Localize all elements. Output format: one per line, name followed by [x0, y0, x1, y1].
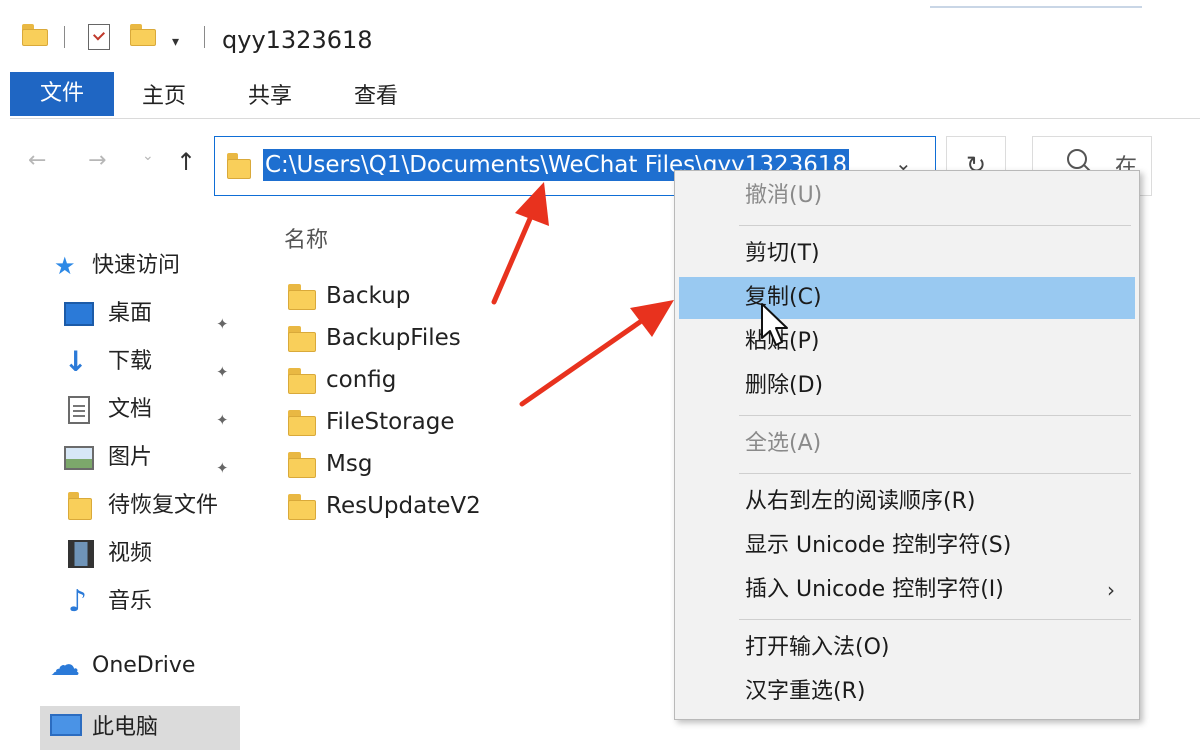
menu-item-label: 粘贴(P) — [745, 329, 820, 354]
folder-icon — [288, 410, 316, 436]
music-icon: ♪ — [68, 584, 88, 619]
menu-item-label: 从右到左的阅读顺序(R) — [745, 489, 976, 514]
menu-item-label: 插入 Unicode 控制字符(I) — [745, 577, 1004, 602]
back-arrow-icon[interactable]: ← — [28, 148, 46, 173]
sidebar-item-label: 桌面 — [108, 301, 153, 326]
menu-item-label: 删除(D) — [745, 373, 824, 398]
divider — [930, 6, 1142, 8]
computer-icon — [50, 714, 82, 736]
recent-locations-chevron-icon[interactable]: ⌄ — [142, 148, 154, 164]
chevron-right-icon: › — [1107, 578, 1115, 602]
sidebar-item-recovery[interactable]: 待恢复文件 — [50, 486, 240, 526]
sidebar-item-label: 音乐 — [108, 589, 153, 614]
menu-separator — [739, 225, 1131, 226]
file-name: Msg — [326, 451, 373, 477]
sidebar-item-label: 视频 — [108, 541, 153, 566]
pin-icon[interactable]: ✦ — [216, 352, 229, 392]
cloud-icon: ☁ — [50, 648, 80, 683]
sidebar-item-label: 图片 — [108, 445, 153, 470]
sidebar-item-documents[interactable]: 文档 ✦ — [50, 390, 240, 430]
star-icon: ★ — [54, 252, 76, 280]
title-bar: ▾ qyy1323618 — [0, 0, 1200, 72]
sidebar-item-label: 此电脑 — [92, 715, 159, 740]
sidebar-item-pictures[interactable]: 图片 ✦ — [50, 438, 240, 478]
divider — [204, 26, 205, 48]
file-name: Backup — [326, 283, 411, 309]
video-icon — [68, 540, 94, 568]
sidebar-item-downloads[interactable]: ↓ 下载 ✦ — [50, 342, 240, 382]
sidebar-item-this-pc[interactable]: 此电脑 — [40, 706, 240, 750]
menu-item-label: 显示 Unicode 控制字符(S) — [745, 533, 1012, 558]
tab-file[interactable]: 文件 — [10, 72, 114, 116]
menu-item-rtl-reading[interactable]: 从右到左的阅读顺序(R) — [679, 481, 1135, 523]
menu-item-label: 撤消(U) — [745, 183, 823, 208]
sidebar-item-label: 下载 — [108, 349, 153, 374]
tab-home[interactable]: 主页 — [120, 78, 208, 116]
folder-icon — [288, 326, 316, 352]
sidebar-item-label: 文档 — [108, 397, 153, 422]
menu-item-label: 全选(A) — [745, 431, 822, 456]
menu-item-paste[interactable]: 粘贴(P) — [679, 321, 1135, 363]
sidebar-item-label: 待恢复文件 — [108, 493, 219, 518]
document-icon — [68, 396, 90, 424]
file-name: FileStorage — [326, 409, 455, 435]
pictures-icon — [64, 446, 94, 470]
menu-item-insert-unicode[interactable]: 插入 Unicode 控制字符(I) › — [679, 569, 1135, 611]
up-arrow-icon[interactable]: ↑ — [176, 148, 196, 176]
menu-item-delete[interactable]: 删除(D) — [679, 365, 1135, 407]
menu-item-open-ime[interactable]: 打开输入法(O) — [679, 627, 1135, 669]
properties-icon[interactable] — [88, 24, 110, 50]
menu-item-label: 复制(C) — [745, 285, 822, 310]
file-name: ResUpdateV2 — [326, 493, 481, 519]
menu-item-select-all[interactable]: 全选(A) — [679, 423, 1135, 465]
search-icon — [1067, 149, 1087, 169]
tab-share[interactable]: 共享 — [226, 78, 314, 116]
ribbon-tabs: 文件 主页 共享 查看 — [0, 68, 1200, 120]
file-name: BackupFiles — [326, 325, 461, 351]
folder-icon — [288, 494, 316, 520]
annotation-arrow — [491, 182, 549, 305]
context-menu: 撤消(U) 剪切(T) 复制(C) 粘贴(P) 删除(D) 全选(A) 从右到左… — [674, 170, 1140, 720]
sidebar-item-label: 快速访问 — [92, 253, 181, 278]
menu-item-label: 打开输入法(O) — [745, 635, 890, 660]
window-title: qyy1323618 — [222, 26, 373, 54]
folder-icon — [288, 452, 316, 478]
sidebar-item-label: OneDrive — [92, 653, 196, 678]
annotation-arrow — [519, 300, 674, 407]
folder-icon[interactable] — [22, 24, 48, 46]
pin-icon[interactable]: ✦ — [216, 400, 229, 440]
folder-icon — [227, 153, 251, 179]
new-folder-icon[interactable] — [130, 24, 156, 46]
folder-icon — [68, 492, 92, 520]
menu-item-show-unicode[interactable]: 显示 Unicode 控制字符(S) — [679, 525, 1135, 567]
file-name: config — [326, 367, 397, 393]
divider — [64, 26, 65, 48]
download-icon: ↓ — [64, 345, 88, 378]
folder-icon — [288, 284, 316, 310]
forward-arrow-icon[interactable]: → — [88, 148, 106, 173]
menu-separator — [739, 415, 1131, 416]
menu-item-reconversion[interactable]: 汉字重选(R) — [679, 671, 1135, 713]
quick-access-dropdown-icon[interactable]: ▾ — [172, 34, 179, 50]
menu-separator — [739, 473, 1131, 474]
pin-icon[interactable]: ✦ — [216, 304, 229, 344]
sidebar-item-desktop[interactable]: 桌面 ✦ — [50, 294, 240, 334]
desktop-icon — [64, 302, 94, 326]
menu-item-cut[interactable]: 剪切(T) — [679, 233, 1135, 275]
menu-item-undo[interactable]: 撤消(U) — [679, 175, 1135, 217]
divider — [10, 118, 1200, 119]
tab-view[interactable]: 查看 — [332, 78, 420, 116]
menu-item-label: 汉字重选(R) — [745, 679, 866, 704]
column-header-name[interactable]: 名称 — [284, 222, 328, 254]
menu-item-copy[interactable]: 复制(C) — [679, 277, 1135, 319]
menu-item-label: 剪切(T) — [745, 241, 820, 266]
folder-icon — [288, 368, 316, 394]
pin-icon[interactable]: ✦ — [216, 448, 229, 488]
menu-separator — [739, 619, 1131, 620]
